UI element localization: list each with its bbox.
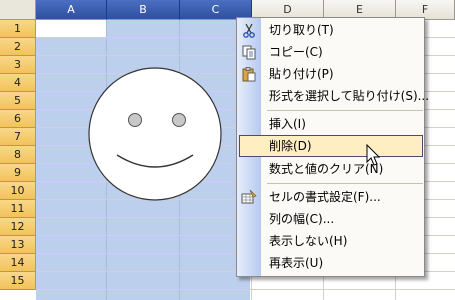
select-all-corner[interactable] [0,0,36,20]
menu-separator [267,110,423,111]
menu-item-label: コピー(C) [269,45,323,59]
column-header-b[interactable]: B [107,0,180,20]
row-header[interactable]: 4 [0,74,36,92]
format-cells-icon [241,189,257,204]
menu-item-label: 列の幅(C)... [269,212,335,226]
menu-item-label: 表示しない(H) [269,234,348,248]
scissors-icon [243,23,255,38]
row-header[interactable]: 10 [0,182,36,200]
row-header[interactable]: 8 [0,146,36,164]
menu-item-label: 形式を選択して貼り付け(S)... [269,89,430,103]
menu-item-label: セルの書式設定(F)... [269,190,381,204]
menu-item-label: 再表示(U) [269,256,324,270]
mouse-cursor-icon [366,144,381,166]
active-cell[interactable] [36,20,106,37]
row-header[interactable]: 11 [0,200,36,218]
menu-item-label: 切り取り(T) [269,23,334,37]
row-header[interactable]: 1 [0,20,36,38]
menu-item-label: 挿入(I) [269,117,306,131]
column-header-a[interactable]: A [36,0,107,20]
menu-item-hide[interactable]: 表示しない(H) [237,230,424,252]
menu-item-unhide[interactable]: 再表示(U) [237,252,424,274]
paste-icon [242,67,256,82]
row-header[interactable]: 14 [0,254,36,272]
row-header[interactable]: 2 [0,38,36,56]
row-header[interactable]: 12 [0,218,36,236]
menu-item-label: 削除(D) [269,139,312,153]
smiley-face-shape[interactable] [88,67,222,201]
context-menu: 切り取り(T) コピー(C) 貼り付け(P) 形式を選択して貼り付け(S)...… [236,17,429,277]
menu-item-cut[interactable]: 切り取り(T) [237,19,424,41]
menu-item-column-width[interactable]: 列の幅(C)... [237,208,424,230]
grid-line [36,289,455,290]
copy-icon [242,45,256,60]
menu-separator [267,183,423,184]
menu-item-format-cells[interactable]: セルの書式設定(F)... [237,186,424,208]
menu-item-label: 貼り付け(P) [269,67,334,81]
menu-item-paste[interactable]: 貼り付け(P) [237,63,424,85]
row-header[interactable]: 13 [0,236,36,254]
row-header[interactable]: 3 [0,56,36,74]
row-header[interactable]: 9 [0,164,36,182]
row-header[interactable]: 5 [0,92,36,110]
menu-item-paste-special[interactable]: 形式を選択して貼り付け(S)... [237,85,429,107]
row-header[interactable]: 6 [0,110,36,128]
row-header[interactable]: 7 [0,128,36,146]
menu-item-copy[interactable]: コピー(C) [237,41,424,63]
menu-item-clear-contents[interactable]: 数式と値のクリア(N) [237,158,424,180]
menu-item-insert[interactable]: 挿入(I) [237,113,424,135]
row-header[interactable]: 15 [0,272,36,290]
menu-item-delete[interactable]: 削除(D) [239,135,423,157]
